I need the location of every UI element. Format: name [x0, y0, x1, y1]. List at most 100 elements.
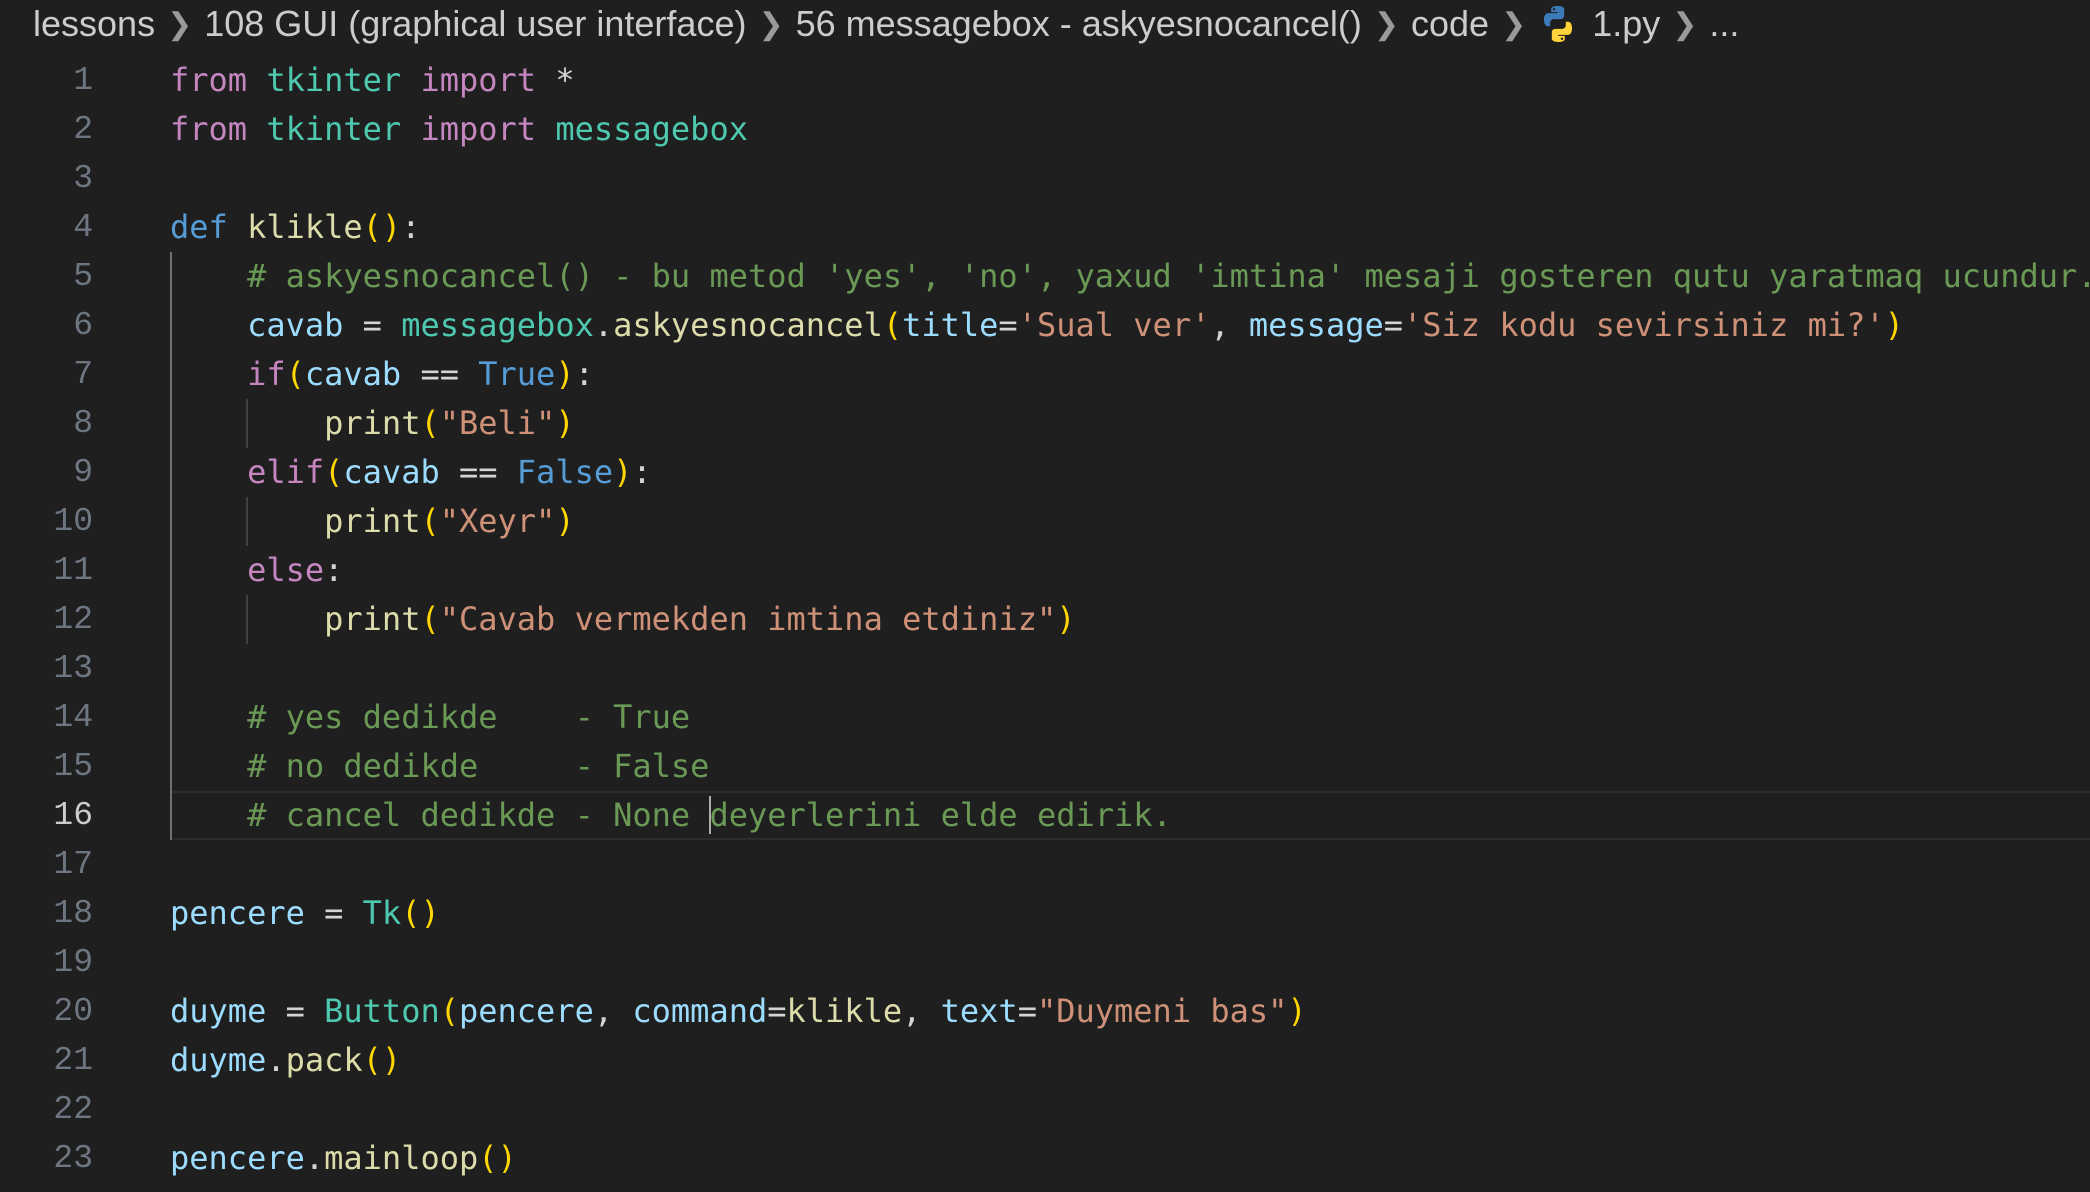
code-text[interactable]: print("Xeyr"): [170, 497, 574, 546]
code-token: title: [902, 306, 999, 344]
code-line[interactable]: 12 print("Cavab vermekden imtina etdiniz…: [0, 595, 2090, 644]
code-text[interactable]: from tkinter import messagebox: [170, 105, 748, 154]
code-text[interactable]: pencere = Tk(): [170, 889, 440, 938]
code-text[interactable]: cavab = messagebox.askyesnocancel(title=…: [170, 301, 1904, 350]
code-line[interactable]: 23 pencere.mainloop(): [0, 1134, 2090, 1183]
code-line[interactable]: 3: [0, 154, 2090, 203]
code-line[interactable]: 1 from tkinter import *: [0, 56, 2090, 105]
line-number[interactable]: 3: [0, 154, 93, 203]
line-number[interactable]: 12: [0, 595, 93, 644]
code-line[interactable]: 7 if(cavab == True):: [0, 350, 2090, 399]
breadcrumb-item-lessons[interactable]: lessons: [33, 3, 155, 45]
line-number[interactable]: 10: [0, 497, 93, 546]
code-token: 'Siz kodu sevirsiniz mi?': [1403, 306, 1885, 344]
breadcrumb-item-messagebox[interactable]: 56 messagebox - askyesnocancel(): [796, 3, 1362, 45]
code-text[interactable]: def klikle():: [170, 203, 420, 252]
code-text[interactable]: else:: [170, 546, 343, 595]
chevron-right-icon: ❯: [1672, 7, 1698, 41]
line-number[interactable]: 2: [0, 105, 93, 154]
code-text[interactable]: # askyesnocancel() - bu metod 'yes', 'no…: [170, 252, 2090, 301]
code-line[interactable]: 15 # no dedikde - False: [0, 742, 2090, 791]
code-token: :: [401, 208, 421, 246]
code-line[interactable]: 17: [0, 840, 2090, 889]
code-text[interactable]: # cancel dedikde - None deyerlerini elde…: [170, 791, 1172, 840]
code-line[interactable]: 16 # cancel dedikde - None deyerlerini e…: [0, 791, 2090, 840]
line-number[interactable]: 11: [0, 546, 93, 595]
line-number[interactable]: 22: [0, 1085, 93, 1134]
line-number[interactable]: 13: [0, 644, 93, 693]
line-number[interactable]: 1: [0, 56, 93, 105]
line-number[interactable]: 14: [0, 693, 93, 742]
code-line[interactable]: 14 # yes dedikde - True: [0, 693, 2090, 742]
code-line[interactable]: 13: [0, 644, 2090, 693]
breadcrumb-file-label: 1.py: [1592, 3, 1661, 44]
code-line[interactable]: 18 pencere = Tk(): [0, 889, 2090, 938]
code-token: =: [1383, 306, 1403, 344]
code-text[interactable]: print("Cavab vermekden imtina etdiniz"): [170, 595, 1075, 644]
code-token: # no dedikde - False: [247, 747, 710, 785]
code-token: deyerlerini elde edirik.: [709, 796, 1172, 834]
code-text[interactable]: pencere.mainloop(): [170, 1134, 517, 1183]
code-token: (): [362, 208, 402, 246]
code-text[interactable]: duyme = Button(pencere, command=klikle, …: [170, 987, 1307, 1036]
code-token: ): [613, 453, 633, 491]
code-token: message: [1248, 306, 1384, 344]
code-text[interactable]: from tkinter import *: [170, 56, 575, 105]
code-text[interactable]: elif(cavab == False):: [170, 448, 652, 497]
code-text[interactable]: print("Beli"): [170, 399, 575, 448]
line-number[interactable]: 6: [0, 301, 93, 350]
line-number[interactable]: 17: [0, 840, 93, 889]
breadcrumb-item-code[interactable]: code: [1411, 3, 1489, 45]
line-number[interactable]: 20: [0, 987, 93, 1036]
code-line[interactable]: 21 duyme.pack(): [0, 1036, 2090, 1085]
code-text[interactable]: # no dedikde - False: [170, 742, 709, 791]
line-number[interactable]: 23: [0, 1134, 93, 1183]
code-line[interactable]: 10 print("Xeyr"): [0, 497, 2090, 546]
code-token: *: [536, 61, 575, 99]
code-line[interactable]: 9 elif(cavab == False):: [0, 448, 2090, 497]
code-line[interactable]: 20 duyme = Button(pencere, command=klikle…: [0, 987, 2090, 1036]
code-editor[interactable]: lessons ❯ 108 GUI (graphical user interf…: [0, 0, 2090, 1192]
code-token: ): [1056, 600, 1076, 638]
code-token: .: [304, 1139, 325, 1177]
code-token: False: [516, 453, 614, 491]
line-number[interactable]: 16: [0, 791, 93, 840]
code-token: ): [1884, 306, 1904, 344]
code-line[interactable]: 22: [0, 1085, 2090, 1134]
line-number[interactable]: 21: [0, 1036, 93, 1085]
line-number[interactable]: 15: [0, 742, 93, 791]
line-number[interactable]: 8: [0, 399, 93, 448]
code-area[interactable]: 1 from tkinter import * 2 from tkinter impo…: [0, 56, 2090, 1183]
code-text[interactable]: if(cavab == True):: [170, 350, 594, 399]
code-text[interactable]: # yes dedikde - True: [170, 693, 690, 742]
line-number[interactable]: 5: [0, 252, 93, 301]
code-token: cavab: [343, 453, 440, 491]
code-line[interactable]: 11 else:: [0, 546, 2090, 595]
code-line[interactable]: 8 print("Beli"): [0, 399, 2090, 448]
code-token: =: [343, 306, 402, 344]
line-number[interactable]: 7: [0, 350, 93, 399]
line-number[interactable]: 19: [0, 938, 93, 987]
line-number[interactable]: 18: [0, 889, 93, 938]
code-line[interactable]: 5 # askyesnocancel() - bu metod 'yes', '…: [0, 252, 2090, 301]
code-token: (: [882, 306, 903, 344]
line-number[interactable]: 4: [0, 203, 93, 252]
code-line[interactable]: 4 def klikle():: [0, 203, 2090, 252]
code-line[interactable]: 19: [0, 938, 2090, 987]
code-line[interactable]: 6 cavab = messagebox.askyesnocancel(titl…: [0, 301, 2090, 350]
breadcrumb-item-file[interactable]: 1.py: [1538, 3, 1660, 45]
code-line[interactable]: 2 from tkinter import messagebox: [0, 105, 2090, 154]
breadcrumb-item-gui[interactable]: 108 GUI (graphical user interface): [204, 3, 746, 45]
code-token: ): [555, 404, 575, 442]
code-token: :: [324, 551, 344, 589]
line-number[interactable]: 9: [0, 448, 93, 497]
breadcrumb-more[interactable]: ...: [1709, 3, 1739, 45]
code-text[interactable]: duyme.pack(): [170, 1036, 401, 1085]
